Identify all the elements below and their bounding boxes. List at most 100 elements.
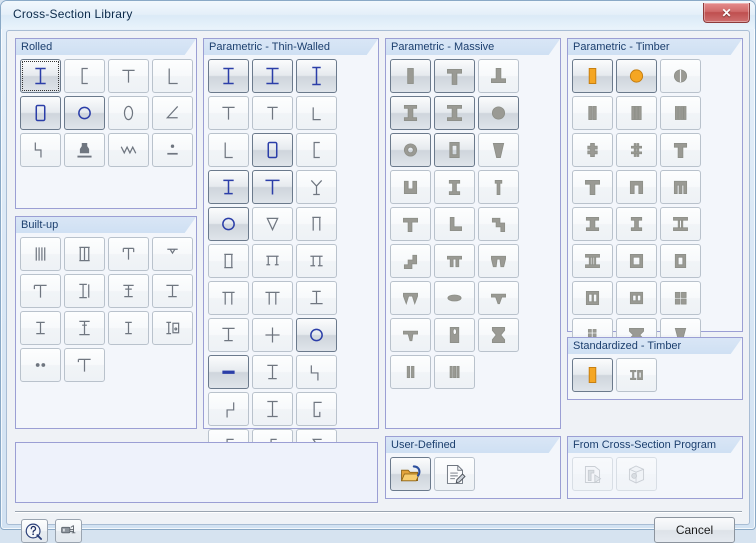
i-web-ribbed-2-button[interactable] [572,244,613,278]
i-web-ribbed-button[interactable] [660,207,701,241]
circle-solid-button[interactable] [478,96,519,130]
rail-section-button[interactable] [64,133,105,167]
pi-section-2-button[interactable] [252,281,293,315]
trapezoid-thin-button[interactable] [252,207,293,241]
inverted-v-plate-button[interactable] [478,281,519,315]
i-thin-wide-button[interactable] [252,59,293,93]
inverted-t-solid-button[interactable] [478,59,519,93]
box-timber-button[interactable] [616,244,657,278]
l-solid-button[interactable] [434,207,475,241]
z-section-button[interactable] [20,133,61,167]
close-button[interactable]: ✕ [703,3,750,23]
t-flange-button[interactable] [20,274,61,308]
c-lipped-button[interactable] [296,392,337,426]
tapered-solid-button[interactable] [478,133,519,167]
i-section-button[interactable] [20,59,61,93]
four-layer-button[interactable] [660,96,701,130]
z-thin-mirror-button[interactable] [208,392,249,426]
hourglass-solid-button[interactable] [478,318,519,352]
i-offset-2-button[interactable] [208,318,249,352]
cross-section-button[interactable] [252,318,293,352]
box-two-cell-button[interactable] [572,281,613,315]
u-solid-button[interactable] [390,170,431,204]
i-reinforced-button[interactable] [108,274,149,308]
i-channel-button[interactable] [64,274,105,308]
i-timber-2-button[interactable] [616,207,657,241]
t-timber-button[interactable] [660,133,701,167]
t-section-button[interactable] [108,59,149,93]
double-tee-bridge-button[interactable] [434,244,475,278]
round-bar-button[interactable] [296,318,337,352]
ellipse-solid-button[interactable] [434,281,475,315]
double-channel-button[interactable] [20,237,61,271]
i-tapered-button[interactable] [252,355,293,389]
i-solid-2-button[interactable] [434,96,475,130]
i-with-plates-button[interactable] [64,237,105,271]
double-angle-top-button[interactable] [152,237,193,271]
hat-section-2-button[interactable] [296,244,337,278]
double-tee-slanted-button[interactable] [478,244,519,278]
ring-solid-button[interactable] [390,133,431,167]
rect-hollow-solid-button[interactable] [434,133,475,167]
edit-document-button[interactable] [434,457,475,491]
corrugated-button[interactable] [108,133,149,167]
u-inverted-rib-button[interactable] [660,170,701,204]
units-button[interactable] [55,519,82,543]
t-narrow-solid-button[interactable] [478,170,519,204]
t-thin-button[interactable] [208,96,249,130]
cancel-button[interactable]: Cancel [654,517,735,543]
cross-glued-button[interactable] [572,133,613,167]
two-bars-button[interactable] [390,355,431,389]
circ-hollow-thin-button[interactable] [208,207,249,241]
i-thin-unequal-button[interactable] [208,170,249,204]
i-offset-button[interactable] [296,281,337,315]
i-bulb-button[interactable] [434,170,475,204]
t-thin-wide-button[interactable] [252,170,293,204]
t-timber-2-button[interactable] [572,170,613,204]
box-two-cell-2-button[interactable] [616,281,657,315]
l-angle-button[interactable] [152,59,193,93]
flat-bar-button[interactable] [208,355,249,389]
quad-cell-button[interactable] [660,281,701,315]
three-layer-button[interactable] [616,96,657,130]
t-wide-solid-button[interactable] [390,207,431,241]
inverted-v-plate-2-button[interactable] [390,318,431,352]
box-timber-2-button[interactable] [660,244,701,278]
rectangular-hollow-button[interactable] [20,96,61,130]
cross-glued-multi-button[interactable] [616,133,657,167]
oval-hollow-button[interactable] [108,96,149,130]
bar-dot-button[interactable] [152,133,193,167]
z-solid-button[interactable] [478,207,519,241]
hat-section-button[interactable] [252,244,293,278]
open-folder-button[interactable] [390,457,431,491]
i-with-box-button[interactable] [152,311,193,345]
l-thin-tall-button[interactable] [208,133,249,167]
rect-solid-button[interactable] [390,59,431,93]
i-slim-button[interactable] [20,311,61,345]
z-thin-button[interactable] [296,355,337,389]
z-solid-2-button[interactable] [390,244,431,278]
i-narrow-button[interactable] [108,311,149,345]
i-thin-tall-button[interactable] [296,59,337,93]
i-thin-button[interactable] [208,59,249,93]
i-o-timber-button[interactable] [616,358,657,392]
i-solid-button[interactable] [390,96,431,130]
t-solid-button[interactable] [434,59,475,93]
t-plate-button[interactable] [64,348,105,382]
double-leg-button[interactable] [296,207,337,241]
rect-hollow-thin-button[interactable] [252,133,293,167]
rect-oval-hole-button[interactable] [434,318,475,352]
t-boxed-button[interactable] [108,237,149,271]
u-inverted-timber-button[interactable] [616,170,657,204]
help-button[interactable] [21,519,48,543]
three-bars-button[interactable] [434,355,475,389]
c-thin-button[interactable] [296,133,337,167]
c-channel-button[interactable] [64,59,105,93]
circular-hollow-button[interactable] [64,96,105,130]
y-thin-button[interactable] [296,170,337,204]
i-plain-button[interactable] [252,392,293,426]
double-leg-box-button[interactable] [208,244,249,278]
round-glued-button[interactable] [660,59,701,93]
two-dots-button[interactable] [20,348,61,382]
two-layer-button[interactable] [572,96,613,130]
